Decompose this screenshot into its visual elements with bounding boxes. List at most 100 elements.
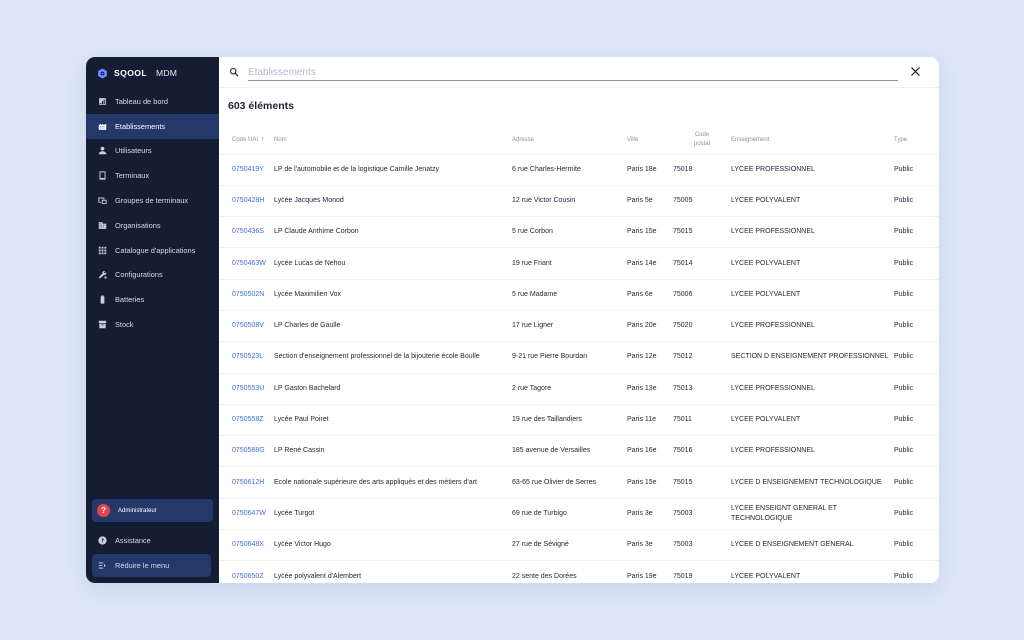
user-menu-button[interactable]: ? Administrateur (92, 499, 213, 522)
cell-code[interactable]: 0750588G (219, 435, 274, 468)
cell-city: Paris 11e (627, 404, 673, 437)
column-header-name[interactable]: Nom (274, 126, 512, 155)
sidebar-item-etablissements[interactable]: Etablissements (86, 113, 219, 139)
main-content: 603 éléments Code UAI↑ Nom Adresse Ville… (219, 57, 939, 583)
sidebar-item-stock[interactable]: Stock (86, 312, 219, 337)
wrench-icon (98, 270, 107, 280)
cell-city: Paris 15e (627, 216, 673, 249)
cell-city: Paris 18e (627, 154, 673, 186)
cell-teaching: SECTION D ENSEIGNEMENT PROFESSIONNEL (731, 341, 894, 374)
cell-city: Paris 6e (627, 279, 673, 311)
cell-type: Public (894, 560, 939, 583)
cell-type: Public (894, 185, 939, 218)
cell-name: Section d'enseignement professionnel de … (274, 341, 512, 374)
organization-icon (98, 221, 107, 230)
cell-code[interactable]: 0750463W (219, 247, 274, 280)
building-icon (98, 122, 107, 131)
cell-teaching: LYCEE D ENSEIGNEMENT GENERAL (731, 529, 894, 562)
column-address-label: Adresse (512, 136, 535, 143)
column-header-city[interactable]: Ville (627, 126, 673, 155)
sidebar-item-configurations[interactable]: Configurations (86, 263, 219, 288)
table-row[interactable]: 0750612H Ecole nationale supérieure des a… (219, 466, 939, 499)
cell-name: LP Charles de Gaulle (274, 310, 512, 343)
cell-address: 2 rue Tagore (512, 373, 627, 405)
column-header-teaching[interactable]: Enseignement (731, 126, 894, 155)
column-teaching-label: Enseignement (731, 136, 770, 143)
table-row[interactable]: 0750553U LP Gaston Bachelard 2 rue Tagore P… (219, 373, 939, 405)
table-row[interactable]: 0750436S LP Claude Anthime Corbon 5 rue Co… (219, 216, 939, 249)
cell-code[interactable]: 0750650Z (219, 560, 274, 583)
cell-city: Paris 19e (627, 560, 673, 583)
sidebar-item-groupes-de-terminaux[interactable]: Groupes de terminaux (86, 188, 219, 213)
cell-name: Lycée Turgot (274, 498, 512, 531)
table-row[interactable]: 0750523L Section d'enseignement professio… (219, 341, 939, 374)
table-row[interactable]: 0750419Y LP de l'automobile et de la logi… (219, 154, 939, 186)
cell-teaching: LYCEE PROFESSIONNEL (731, 154, 894, 186)
column-header-postal[interactable]: Code postal (673, 126, 731, 155)
table-row[interactable]: 0750588G LP René Cassin 185 avenue de Vers… (219, 435, 939, 468)
table-row[interactable]: 0750428H Lycée Jacques Monod 12 rue Victor… (219, 185, 939, 218)
column-header-code[interactable]: Code UAI ↑ (219, 126, 274, 155)
column-postal-label-line1: Code (694, 131, 710, 138)
column-postal-label-line2: postal (693, 140, 710, 147)
cell-code[interactable]: 0750428H (219, 185, 274, 218)
cell-address: 17 rue Ligner (512, 310, 627, 343)
table-row[interactable]: 0750508V LP Charles de Gaulle 17 rue Ligne… (219, 310, 939, 343)
table-row[interactable]: 0750650Z Lycée polyvalent d'Alembert 22 se… (219, 560, 939, 583)
cell-code[interactable]: 0750419Y (219, 154, 274, 186)
brand[interactable]: SQOOL MDM (86, 57, 219, 89)
close-icon[interactable] (910, 66, 921, 77)
sidebar-item-label: Terminaux (115, 171, 150, 181)
collapse-menu-button[interactable]: Réduire le menu (92, 554, 211, 577)
cell-address: 12 rue Victor Cousin (512, 185, 627, 218)
column-header-address[interactable]: Adresse (512, 126, 627, 155)
cell-code[interactable]: 0750508V (219, 310, 274, 343)
sidebar-nav: Tableau de bord Etablissements Utilisateur… (86, 89, 219, 337)
sidebar-item-tableau-de-bord[interactable]: Tableau de bord (86, 89, 219, 114)
cell-code[interactable]: 0750558Z (219, 404, 274, 437)
assistance-link[interactable]: ? Assistance (86, 528, 219, 552)
collapse-menu-icon (98, 561, 107, 570)
column-header-type[interactable]: Type (894, 126, 939, 155)
sidebar-item-terminaux[interactable]: Terminaux (86, 163, 219, 188)
sidebar-item-utilisateurs[interactable]: Utilisateurs (86, 139, 219, 164)
avatar: ? (97, 504, 110, 517)
cell-type: Public (894, 310, 939, 343)
cell-code[interactable]: 0750648X (219, 529, 274, 562)
table-row[interactable]: 0750558Z Lycée Paul Poiret 19 rue des Tail… (219, 404, 939, 437)
sidebar-item-label: Tableau de bord (115, 96, 169, 106)
cell-name: Lycée polyvalent d'Alembert (274, 560, 512, 583)
cell-code[interactable]: 0750436S (219, 216, 274, 249)
sidebar-item-batteries[interactable]: Batteries (86, 287, 219, 312)
cell-code[interactable]: 0750647W (219, 498, 274, 531)
cell-teaching: LYCEE D ENSEIGNEMENT TECHNOLOGIQUE (731, 466, 894, 499)
sidebar-item-label: Catalogue d'applications (115, 245, 196, 255)
sidebar-item-label: Stock (115, 320, 134, 330)
cell-postal: 75014 (673, 247, 731, 280)
cell-address: 5 rue Corbon (512, 216, 627, 249)
sort-asc-icon[interactable]: ↑ (261, 136, 265, 143)
table-row[interactable]: 0750463W Lycée Lucas de Nehou 19 rue Frian… (219, 247, 939, 280)
cell-address: 22 sente des Dorées (512, 560, 627, 583)
cell-code[interactable]: 0750553U (219, 373, 274, 405)
cell-code[interactable]: 0750523L (219, 341, 274, 374)
cell-code[interactable]: 0750612H (219, 466, 274, 499)
cell-type: Public (894, 279, 939, 311)
search-input[interactable] (248, 64, 898, 81)
cell-postal: 75011 (673, 404, 731, 437)
sidebar-item-organisations[interactable]: Organisations (86, 213, 219, 238)
svg-text:?: ? (101, 538, 104, 544)
cell-name: Lycée Paul Poiret (274, 404, 512, 437)
sidebar-item-label: Organisations (115, 220, 161, 230)
table-row[interactable]: 0750502N Lycée Maximilien Vox 5 rue Madame… (219, 279, 939, 311)
sidebar-item-catalogue-d-applications[interactable]: Catalogue d'applications (86, 238, 219, 263)
cell-type: Public (894, 247, 939, 280)
collapse-menu-label: Réduire le menu (115, 561, 170, 570)
establishments-table: Code UAI ↑ Nom Adresse Ville Code postal E… (219, 126, 939, 583)
divider (219, 87, 939, 88)
sidebar-item-label: Etablissements (115, 121, 166, 131)
table-row[interactable]: 0750647W Lycée Turgot 69 rue de Turbigo Par… (219, 498, 939, 531)
cell-code[interactable]: 0750502N (219, 279, 274, 311)
cell-name: LP Gaston Bachelard (274, 373, 512, 405)
table-row[interactable]: 0750648X Lycée Victor Hugo 27 rue de Sévig… (219, 529, 939, 562)
